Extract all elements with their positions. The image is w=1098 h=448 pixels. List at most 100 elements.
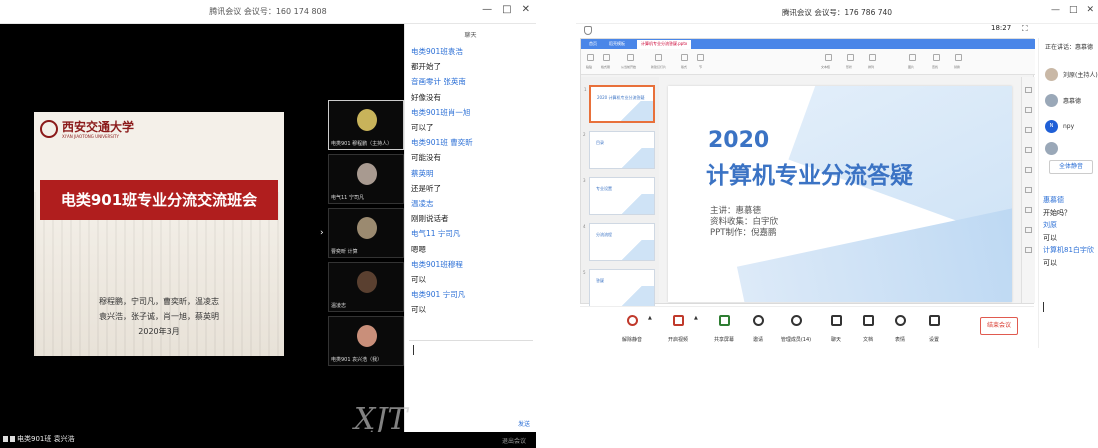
slide-credits: 主讲：惠慕德 资料收集：白宇欣 PPT制作：倪嘉鹏 <box>710 206 778 239</box>
unmute-button[interactable]: 解除静音 <box>612 311 652 343</box>
slide-thumbnail[interactable]: 4 分流流程 <box>583 223 655 261</box>
tool-icon[interactable] <box>1025 207 1032 213</box>
end-meeting-button[interactable]: 结束会议 <box>980 317 1018 335</box>
chat-input[interactable] <box>409 340 533 400</box>
video-tile[interactable]: 电类901 袁兴浩（我） <box>328 316 404 366</box>
ppt-side-toolbar <box>1021 77 1035 303</box>
paste-icon[interactable] <box>587 54 594 61</box>
send-button[interactable]: 发送 <box>518 419 530 428</box>
camera-icon <box>10 436 15 442</box>
ribbon-label: 查找 <box>932 65 939 69</box>
maximize-icon[interactable]: □ <box>502 4 511 15</box>
find-icon[interactable] <box>933 54 940 61</box>
right-meeting-window: 腾讯会议 会议号：176 786 740 — □ ✕ 18:27 ⛶ 首页 稻壳… <box>576 0 1098 446</box>
video-tile[interactable]: 电气11 宁司凡 <box>328 154 404 204</box>
slide-ppt-maker: PPT制作：倪嘉鹏 <box>710 228 777 238</box>
chevron-up-icon[interactable]: ▲ <box>694 315 698 321</box>
thumb-wave <box>620 240 654 260</box>
member-row[interactable]: 惠慕德 <box>1045 92 1081 108</box>
close-icon[interactable]: ✕ <box>522 4 530 15</box>
avatar: N <box>1045 119 1058 133</box>
ribbon-label: 文本框 <box>821 65 831 69</box>
video-tile[interactable]: 电类901 穆程鹏（主持人） <box>328 100 404 150</box>
slide-thumbnail-panel: 1 2020 计算机专业分流答疑 2 目录 3 专业设置 4 分流流程 5 答疑 <box>581 77 659 307</box>
play-slide-icon[interactable] <box>627 54 634 61</box>
new-slide-icon[interactable] <box>655 54 662 61</box>
left-window-title: 腾讯会议 会议号：160 174 808 <box>209 7 327 16</box>
picture-icon[interactable] <box>909 54 916 61</box>
tab-templates[interactable]: 稻壳模板 <box>605 40 629 49</box>
participant-avatar <box>357 163 377 185</box>
tab-document[interactable]: 计算机专业分流答疑.pptx <box>637 40 692 49</box>
minimize-icon[interactable]: — <box>482 4 492 15</box>
tool-icon[interactable] <box>1025 147 1032 153</box>
slide-thumbnail[interactable]: 5 答疑 <box>583 269 655 307</box>
thumb-wave <box>620 194 654 214</box>
shared-slide: 西安交通大学 XI'AN JIAOTONG UNIVERSITY 电类901班专… <box>34 112 284 356</box>
slide-names: 穆程鹏，宁司凡，曹奕昕，温凌志 袁兴浩，张子诚，肖一旭，蔡英明 <box>34 294 284 324</box>
chat-message: 可以 <box>411 305 426 315</box>
thumb-number: 2 <box>583 132 586 137</box>
mute-all-button[interactable]: 全体静音 <box>1049 160 1093 174</box>
manage-members-button[interactable]: 管理成员(14) <box>776 311 816 343</box>
chevron-up-icon[interactable]: ▲ <box>648 315 652 321</box>
minimize-icon[interactable]: — <box>1051 5 1060 15</box>
tool-icon[interactable] <box>1025 227 1032 233</box>
members-icon <box>790 315 802 326</box>
ribbon-label: 节 <box>699 65 703 69</box>
start-video-button[interactable]: 开启视频 <box>658 311 698 343</box>
layout-icon[interactable] <box>681 54 688 61</box>
thumb-wave <box>620 148 654 168</box>
shape-icon[interactable] <box>847 54 854 61</box>
emoji-icon <box>894 315 906 326</box>
close-icon[interactable]: ✕ <box>1086 5 1094 15</box>
tool-icon[interactable] <box>1025 107 1032 113</box>
settings-icon <box>928 315 940 326</box>
arrange-icon[interactable] <box>869 54 876 61</box>
leave-meeting-link[interactable]: 退出会议 <box>502 436 526 445</box>
thumb-number: 4 <box>583 224 586 229</box>
toolbar-label: 邀请 <box>752 337 763 343</box>
fullscreen-icon[interactable]: ⛶ <box>1022 24 1028 34</box>
thumb-title: 目录 <box>596 140 604 145</box>
maximize-icon[interactable]: □ <box>1069 5 1078 15</box>
tool-icon[interactable] <box>1025 187 1032 193</box>
ppt-ribbon: 粘贴 格式刷 从当前开始 新建幻灯片 版式 节 文本框 形状 排列 图片 查找 … <box>581 49 1035 75</box>
side-chat-input[interactable] <box>1043 302 1044 312</box>
thumb-wave <box>620 286 654 306</box>
ribbon-label: 图片 <box>908 65 915 69</box>
slide-thumbnail[interactable]: 2 目录 <box>583 131 655 169</box>
toolbar-label: 设置 <box>928 337 939 343</box>
tool-icon[interactable] <box>1025 167 1032 173</box>
settings-button[interactable]: 设置 <box>914 311 954 343</box>
chat-message: 都开始了 <box>411 62 441 72</box>
member-row[interactable]: 刘原(主持人) <box>1045 66 1098 82</box>
member-row[interactable] <box>1045 140 1063 156</box>
tool-icon[interactable] <box>1025 127 1032 133</box>
slide-year: 2020 <box>708 128 770 153</box>
invite-button[interactable]: 邀请 <box>738 311 778 343</box>
tool-icon[interactable] <box>1025 247 1032 253</box>
tool-icon[interactable] <box>1025 87 1032 93</box>
left-bottom-bar: 电类901班 袁兴浩 <box>0 432 536 448</box>
textbox-icon[interactable] <box>825 54 832 61</box>
video-tile[interactable]: 曹奕昕 计算 <box>328 208 404 258</box>
section-icon[interactable] <box>697 54 704 61</box>
security-shield-icon[interactable] <box>584 26 592 35</box>
chat-header: 聊天 <box>464 32 477 39</box>
slide-collector: 资料收集：白宇欣 <box>710 217 779 227</box>
slide-thumbnail[interactable]: 3 专业设置 <box>583 177 655 215</box>
replace-icon[interactable] <box>955 54 962 61</box>
chat-message: 还是听了 <box>411 183 441 193</box>
thumb-wave <box>619 101 653 121</box>
tab-home[interactable]: 首页 <box>585 40 601 49</box>
video-list: 电类901 穆程鹏（主持人） 电气11 宁司凡 曹奕昕 计算 温凌志 电类901… <box>328 100 404 368</box>
collapse-video-arrow-icon[interactable]: › <box>320 228 324 238</box>
video-tile[interactable]: 温凌志 <box>328 262 404 312</box>
member-row[interactable]: N npy <box>1045 118 1074 134</box>
format-painter-icon[interactable] <box>603 54 610 61</box>
chat-message: 嗯嗯 <box>411 244 426 254</box>
slide-thumbnail[interactable]: 1 2020 计算机专业分流答疑 <box>584 85 655 123</box>
chat-sender: 刘原 <box>1043 221 1057 230</box>
thumb-title: 答疑 <box>596 278 604 283</box>
